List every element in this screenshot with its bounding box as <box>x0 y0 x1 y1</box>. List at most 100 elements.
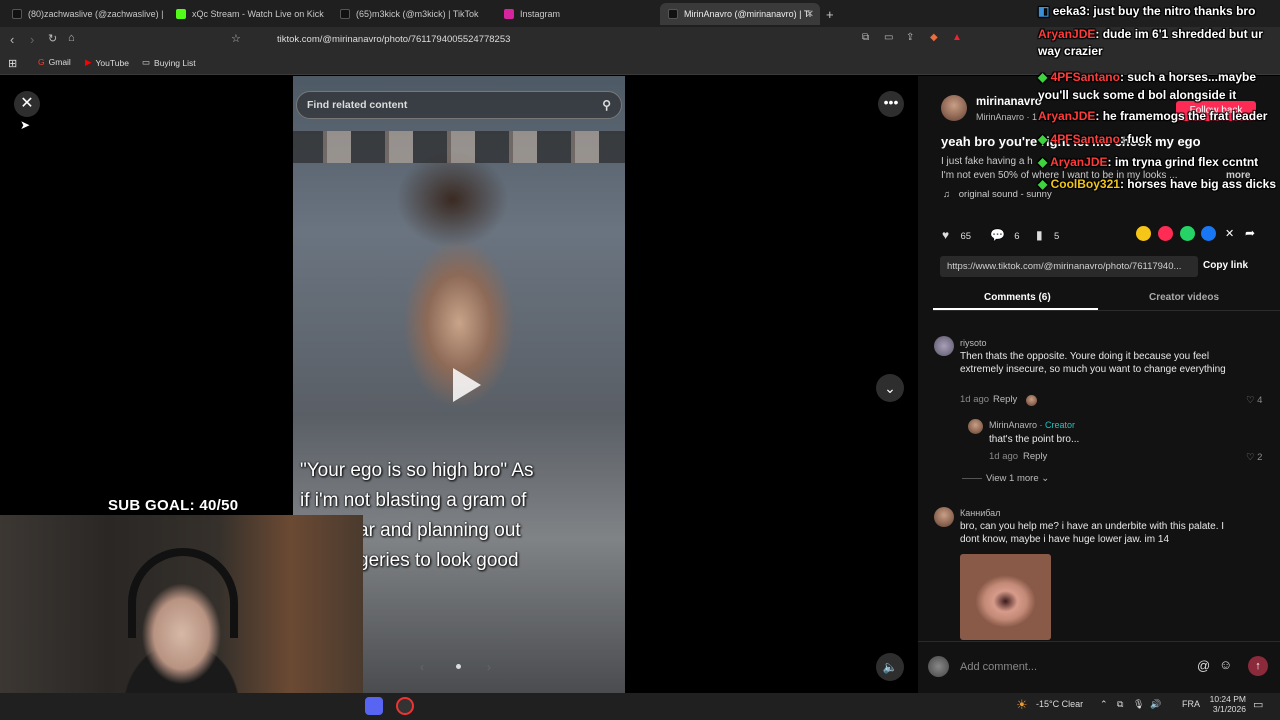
comment-bubble-icon: 💬 <box>990 228 1005 242</box>
new-tab-button[interactable]: + <box>826 3 846 25</box>
weather-text[interactable]: -15°C Clear <box>1036 699 1083 709</box>
instagram-icon <box>504 9 514 19</box>
chat-message: ◆ CoolBoy321: horses have big ass dicks <box>1038 177 1277 191</box>
tray-chevron-icon[interactable]: ⌃ <box>1100 699 1108 710</box>
save-button[interactable]: ▮ 5 <box>1036 228 1059 242</box>
brave-icon[interactable]: ◆ <box>930 32 938 43</box>
chat-badge-icon: ◧ <box>1038 4 1050 18</box>
comment-username[interactable]: riysoto <box>960 338 987 348</box>
back-icon[interactable]: ‹ <box>10 32 14 47</box>
reply-button[interactable]: Reply <box>1023 451 1047 462</box>
tiktok-icon <box>12 9 22 19</box>
volume-button[interactable]: 🔈 <box>876 653 904 681</box>
discord-icon[interactable] <box>365 697 383 715</box>
close-tab-icon[interactable]: ✕ <box>806 9 814 20</box>
facebook-icon[interactable] <box>1201 226 1216 241</box>
gmail-icon: G <box>38 57 45 67</box>
post-comment-button[interactable]: ↑ <box>1248 656 1268 676</box>
post-link-field[interactable]: https://www.tiktok.com/@mirinanavro/phot… <box>940 256 1198 277</box>
reload-icon[interactable]: ↻ <box>48 32 57 45</box>
next-photo-icon[interactable]: › <box>487 660 491 674</box>
browser-tab[interactable]: (80)zachwaslive (@zachwaslive) | TikT <box>4 3 164 25</box>
gym-posters <box>293 131 625 163</box>
reply-button[interactable]: Reply <box>993 394 1017 405</box>
search-icon[interactable]: ⚲ <box>602 92 611 118</box>
chat-badge-icon: ◆ <box>1038 155 1048 169</box>
network-icon[interactable]: ⧉ <box>1117 699 1123 710</box>
tab-creator-videos[interactable]: Creator videos <box>1149 292 1219 303</box>
browser-tab[interactable]: xQc Stream - Watch Live on Kick <box>168 3 328 25</box>
comments-tabs: Comments (6) Creator videos <box>933 289 1280 311</box>
bookmark-star-icon[interactable]: ☆ <box>231 32 241 45</box>
home-icon[interactable]: ⌂ <box>68 32 75 44</box>
sub-goal-label: SUB GOAL: 40/50 <box>108 497 239 514</box>
folder-icon: ▭ <box>142 57 151 67</box>
tiktok-icon <box>340 9 350 19</box>
emoji-icon[interactable]: ☺ <box>1219 657 1232 672</box>
kick-icon <box>176 9 186 19</box>
post-display-name: MirinAnavro · 1 <box>976 112 1038 122</box>
related-search-input[interactable]: Find related content ⚲ <box>296 91 622 119</box>
post-username[interactable]: mirinanavro <box>976 96 1042 108</box>
obs-icon[interactable] <box>396 697 414 715</box>
bookmark-gmail[interactable]: G Gmail <box>38 57 71 67</box>
microphone-icon[interactable]: 🎙 <box>1133 699 1144 710</box>
weather-icon: ☀ <box>1016 697 1028 712</box>
add-comment-bar: Add comment... @ ☺ ↑ <box>918 641 1280 693</box>
chat-message: ◆ 4PFSantano: fuck <box>1038 132 1152 146</box>
comment-like-button[interactable]: ♡ 4 <box>1246 395 1262 406</box>
share-icon[interactable]: ⇪ <box>906 32 914 43</box>
forward-icon[interactable]: › <box>30 32 34 47</box>
youtube-icon: ▶ <box>85 57 92 67</box>
browser-tab[interactable]: (65)m3kick (@m3kick) | TikTok <box>332 3 492 25</box>
bookmark-icon: ▮ <box>1036 228 1043 242</box>
bookmark-buying-list[interactable]: ▭ Buying List <box>142 57 196 68</box>
chat-message: ◧ eeka3: just buy the nitro thanks bro <box>1038 4 1256 18</box>
add-comment-input[interactable]: Add comment... <box>960 655 1230 679</box>
avatar[interactable] <box>934 336 954 356</box>
language-indicator[interactable]: FRA <box>1182 699 1200 709</box>
share-embed-icon[interactable] <box>1136 226 1151 241</box>
prev-photo-icon[interactable]: ‹ <box>420 660 424 674</box>
chat-message: AryanJDE: he framemogs the frat leader <box>1038 109 1268 123</box>
comment-like-button[interactable]: ♡ 2 <box>1246 452 1262 463</box>
play-icon[interactable] <box>445 365 485 405</box>
notification-icon[interactable]: ▭ <box>1253 698 1263 711</box>
copy-link-button[interactable]: Copy link <box>1203 260 1248 271</box>
rewards-icon[interactable]: ▲ <box>952 32 962 43</box>
mention-icon[interactable]: @ <box>1197 658 1210 673</box>
x-icon[interactable]: ✕ <box>1225 227 1234 240</box>
cast-icon[interactable]: ▭ <box>884 32 893 43</box>
speaker-icon[interactable]: 🔊 <box>1150 699 1161 710</box>
avatar[interactable] <box>941 95 967 121</box>
share-send-icon[interactable] <box>1158 226 1173 241</box>
extension-icon[interactable]: ⧉ <box>862 32 869 43</box>
avatar[interactable] <box>934 507 954 527</box>
close-viewer-button[interactable]: ✕ <box>14 91 40 117</box>
carousel-dot <box>456 664 461 669</box>
comment-image[interactable] <box>960 554 1051 640</box>
browser-tab[interactable]: Instagram <box>496 3 656 25</box>
share-arrow-icon[interactable]: ➦ <box>1245 226 1255 240</box>
tab-comments[interactable]: Comments (6) <box>984 292 1051 303</box>
mouse-cursor: ➤ <box>20 118 31 132</box>
comment-text: Then thats the opposite. Youre doing it … <box>960 351 1226 375</box>
apps-grid-icon[interactable]: ⊞ <box>8 57 17 70</box>
bookmark-youtube[interactable]: ▶ YouTube <box>85 57 129 68</box>
sound-row[interactable]: ♫ original sound - sunny <box>943 189 1052 200</box>
clock[interactable]: 10:24 PM 3/1/2026 <box>1208 694 1246 714</box>
avatar[interactable] <box>968 419 983 434</box>
windows-taskbar: ☀ -15°C Clear ⌃ ⧉ 🎙 🔊 FRA 10:24 PM 3/1/2… <box>0 693 1280 720</box>
like-button[interactable]: ♥ 65 <box>942 228 971 242</box>
comment-button[interactable]: 💬 6 <box>990 228 1020 242</box>
view-more-replies[interactable]: View 1 more ⌄ <box>986 473 1049 484</box>
chat-badge-icon: ◆ <box>1038 132 1048 146</box>
more-options-button[interactable]: ••• <box>878 91 904 117</box>
whatsapp-icon[interactable] <box>1180 226 1195 241</box>
comment-username[interactable]: Каннибал <box>960 508 1000 518</box>
comment-username[interactable]: MirinAnavro <box>989 420 1037 430</box>
next-post-button[interactable]: ⌄ <box>876 374 904 402</box>
comment-text: bro, can you help me? i have an underbit… <box>960 521 1225 545</box>
chat-message: ◆ AryanJDE: im tryna grind flex ccntnt <box>1038 155 1259 169</box>
browser-tab-active[interactable]: MirinAnavro (@mirinanavro) | Ti ✕ <box>660 3 820 25</box>
